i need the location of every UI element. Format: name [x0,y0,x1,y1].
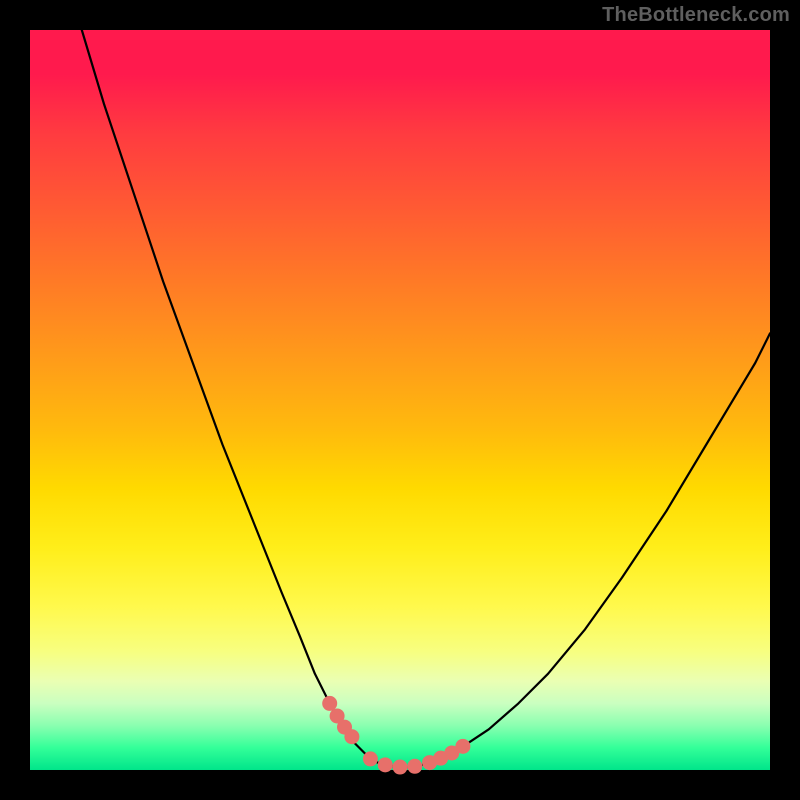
chart-frame: TheBottleneck.com [0,0,800,800]
trough-marker [344,729,359,744]
trough-marker [455,739,470,754]
marker-group [322,696,470,775]
trough-marker [378,757,393,772]
trough-marker [407,759,422,774]
trough-marker [363,751,378,766]
watermark-text: TheBottleneck.com [602,4,790,27]
curve-layer [30,30,770,770]
trough-marker [393,760,408,775]
curve-left-branch [82,30,378,763]
plot-area [30,30,770,770]
trough-marker [322,696,337,711]
curve-right-branch [437,333,770,759]
